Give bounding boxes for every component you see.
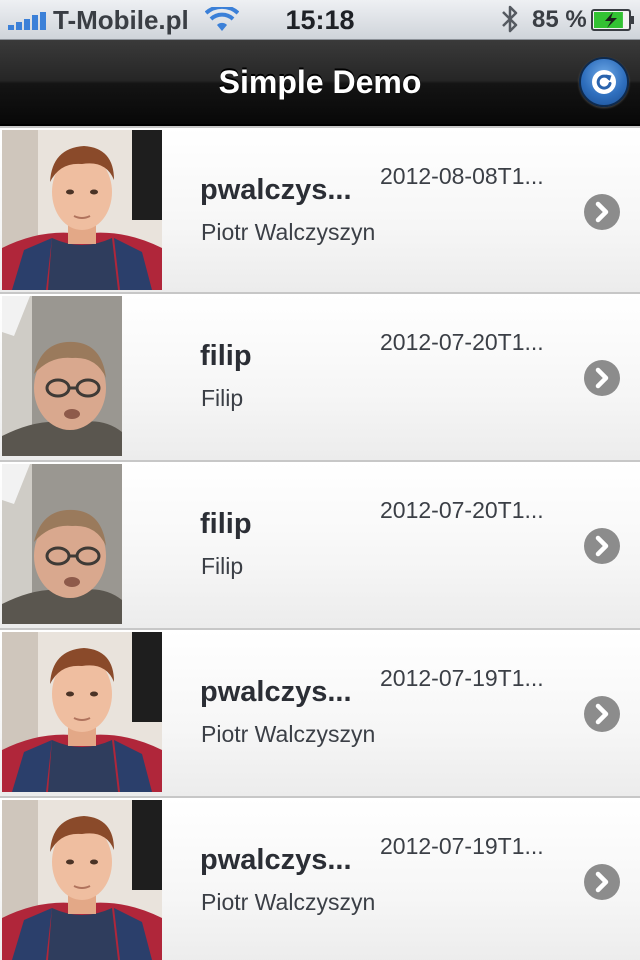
chevron-right-icon — [595, 367, 609, 389]
timestamp-label: 2012-07-19T1... — [380, 833, 544, 859]
avatar — [2, 464, 122, 624]
battery-charging-icon — [591, 9, 634, 31]
list-item[interactable]: pwalczys... Piotr Walczyszyn 2012-07-19T… — [0, 630, 640, 798]
username-label: pwalczys... — [200, 174, 352, 206]
avatar — [2, 632, 162, 792]
navigation-bar: Simple Demo — [0, 40, 640, 126]
list-item[interactable]: filip Filip 2012-07-20T1... — [0, 462, 640, 630]
full-name-label: Piotr Walczyszyn — [201, 219, 376, 245]
avatar — [2, 296, 122, 456]
status-bar: T-Mobile.pl 15:18 85 % — [0, 0, 640, 40]
chevron-right-icon — [595, 871, 609, 893]
chevron-right-icon — [595, 201, 609, 223]
user-list[interactable]: pwalczys... Piotr Walczyszyn 2012-08-08T… — [0, 126, 640, 960]
chevron-right-icon — [595, 535, 609, 557]
page-title: Simple Demo — [218, 64, 422, 100]
refresh-button[interactable] — [579, 57, 629, 107]
username-label: pwalczys... — [200, 844, 352, 876]
full-name-label: Piotr Walczyszyn — [201, 889, 376, 915]
disclosure-chevron-icon[interactable] — [584, 194, 620, 230]
chevron-right-icon — [595, 703, 609, 725]
username-label: filip — [200, 508, 252, 540]
battery-percent: 85 % — [532, 6, 587, 33]
refresh-icon — [592, 70, 616, 94]
username-label: filip — [200, 340, 252, 372]
avatar — [2, 130, 162, 290]
disclosure-chevron-icon[interactable] — [584, 864, 620, 900]
full-name-label: Filip — [201, 553, 244, 579]
list-item[interactable]: pwalczys... Piotr Walczyszyn 2012-07-19T… — [0, 798, 640, 960]
list-item[interactable]: filip Filip 2012-07-20T1... — [0, 294, 640, 462]
bluetooth-icon — [502, 5, 518, 33]
timestamp-label: 2012-08-08T1... — [380, 163, 544, 189]
timestamp-label: 2012-07-19T1... — [380, 665, 544, 691]
avatar — [2, 800, 162, 960]
username-label: pwalczys... — [200, 676, 352, 708]
full-name-label: Piotr Walczyszyn — [201, 721, 376, 747]
timestamp-label: 2012-07-20T1... — [380, 329, 544, 355]
disclosure-chevron-icon[interactable] — [584, 360, 620, 396]
full-name-label: Filip — [201, 385, 244, 411]
list-item[interactable]: pwalczys... Piotr Walczyszyn 2012-08-08T… — [0, 126, 640, 294]
disclosure-chevron-icon[interactable] — [584, 696, 620, 732]
disclosure-chevron-icon[interactable] — [584, 528, 620, 564]
timestamp-label: 2012-07-20T1... — [380, 497, 544, 523]
